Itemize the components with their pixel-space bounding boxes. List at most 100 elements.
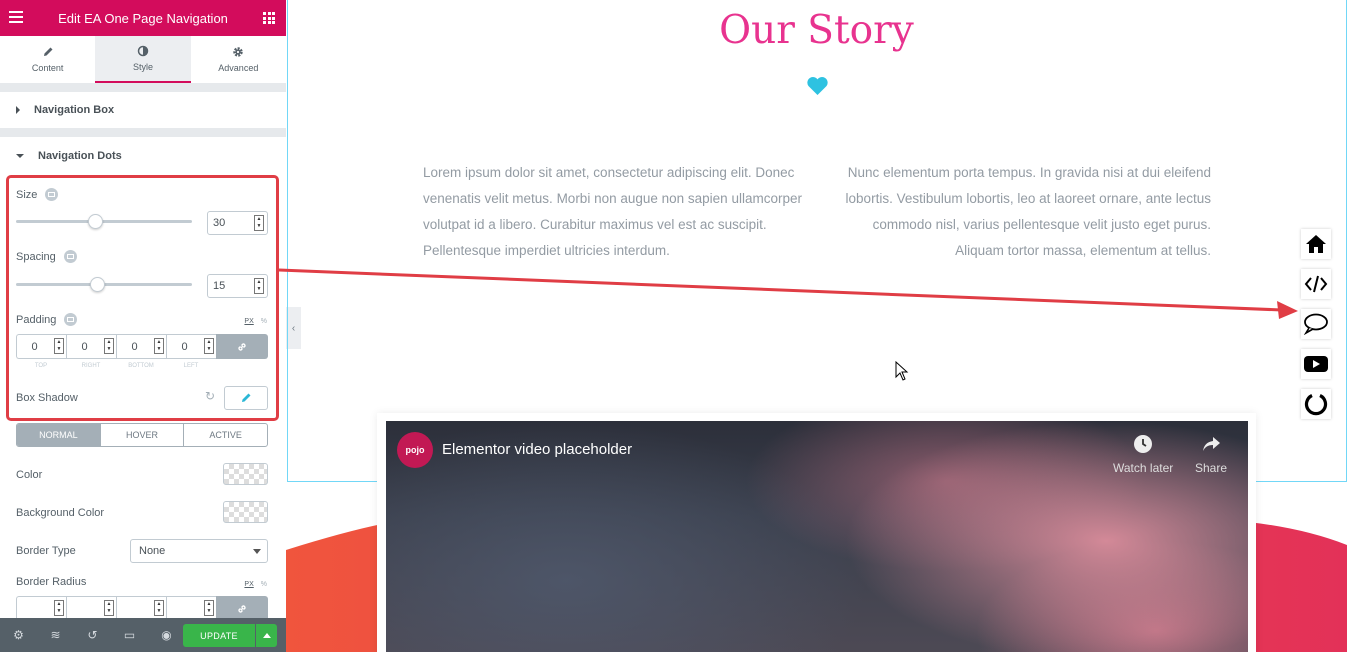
- border-type-select[interactable]: None: [130, 539, 268, 563]
- navigation-dots-controls: Size 30 ▲ ▼ Spacing 15 ▲ ▼ Padding PX % …: [0, 174, 286, 652]
- reset-icon[interactable]: ↻: [205, 389, 215, 403]
- tab-advanced[interactable]: Advanced: [191, 36, 286, 83]
- tab-style-label: Style: [132, 62, 153, 72]
- page-title: Our Story: [719, 8, 914, 53]
- navigator-layers-icon[interactable]: ≋: [37, 618, 74, 652]
- section-navigation-dots[interactable]: Navigation Dots: [0, 137, 286, 174]
- watch-later-button[interactable]: Watch later: [1113, 433, 1173, 475]
- size-slider[interactable]: [16, 214, 192, 229]
- responsive-desktop-icon[interactable]: [63, 250, 77, 263]
- box-shadow-label: Box Shadow: [16, 392, 78, 404]
- radius-top-spinner[interactable]: ▲ ▼: [54, 600, 64, 616]
- nav-dot-code[interactable]: [1301, 269, 1331, 299]
- size-input[interactable]: 30 ▲ ▼: [207, 211, 268, 235]
- label-top: TOP: [34, 363, 48, 369]
- box-shadow-label-row: Box Shadow: [16, 392, 78, 404]
- code-icon: [1304, 275, 1328, 293]
- editor-panel: Edit EA One Page Navigation Content Styl…: [0, 0, 286, 652]
- hamburger-menu-icon[interactable]: [9, 11, 23, 23]
- update-options-button[interactable]: [256, 624, 277, 647]
- box-shadow-edit-button[interactable]: [224, 386, 268, 410]
- size-value: 30: [213, 217, 226, 229]
- tab-normal[interactable]: NORMAL: [17, 424, 101, 446]
- size-spinner[interactable]: ▲ ▼: [254, 215, 264, 231]
- padding-right-spinner[interactable]: ▲ ▼: [104, 338, 114, 354]
- comment-icon: [1303, 313, 1328, 335]
- padding-left-spinner[interactable]: ▲ ▼: [204, 338, 214, 354]
- nav-dot-youtube[interactable]: [1301, 349, 1331, 379]
- color-label-row: Color: [16, 469, 42, 481]
- tab-content[interactable]: Content: [0, 36, 95, 83]
- update-button[interactable]: UPDATE: [183, 624, 255, 647]
- size-label: Size: [16, 188, 38, 201]
- padding-bottom-input[interactable]: 0 ▲ ▼: [116, 334, 166, 359]
- padding-bottom-spinner[interactable]: ▲ ▼: [154, 338, 164, 354]
- nav-dot-circle[interactable]: [1301, 389, 1331, 419]
- tab-advanced-label: Advanced: [218, 63, 259, 73]
- border-radius-label-row: Border Radius: [16, 576, 86, 588]
- unit-px[interactable]: PX: [244, 581, 253, 588]
- radius-bottom-spinner[interactable]: ▲ ▼: [154, 600, 164, 616]
- link-icon: [238, 342, 246, 351]
- widgets-grid-icon[interactable]: [263, 12, 275, 24]
- panel-title: Edit EA One Page Navigation: [58, 10, 228, 26]
- unit-px[interactable]: PX: [244, 318, 253, 325]
- unit-percent[interactable]: %: [261, 581, 267, 588]
- pencil-icon: [43, 47, 53, 56]
- spacing-label-row: Spacing: [16, 250, 77, 263]
- gear-icon: [233, 47, 244, 57]
- padding-dimensions: 0 ▲ ▼ 0 ▲ ▼ 0 ▲ ▼ 0 ▲ ▼: [16, 334, 268, 359]
- link-values-button[interactable]: [216, 334, 268, 359]
- size-label-row: Size: [16, 188, 59, 201]
- background-color-picker[interactable]: [223, 501, 268, 523]
- responsive-desktop-icon[interactable]: [45, 188, 59, 201]
- video-title[interactable]: Elementor video placeholder: [442, 441, 632, 458]
- color-picker[interactable]: [223, 463, 268, 485]
- spacing-input[interactable]: 15 ▲ ▼: [207, 274, 268, 298]
- nav-dot-comment[interactable]: [1301, 309, 1331, 339]
- responsive-desktop-icon[interactable]: [64, 313, 78, 326]
- clock-icon: [1134, 435, 1153, 453]
- responsive-mode-icon[interactable]: ▭: [111, 618, 148, 652]
- preview-eye-icon[interactable]: ◉: [148, 618, 185, 652]
- border-type-label-row: Border Type: [16, 545, 76, 557]
- tab-hover[interactable]: HOVER: [101, 424, 185, 446]
- section-navigation-box[interactable]: Navigation Box: [0, 92, 286, 129]
- bg-color-label: Background Color: [16, 507, 105, 519]
- tab-active[interactable]: ACTIVE: [184, 424, 267, 446]
- story-paragraph-right: Nunc elementum porta tempus. In gravida …: [845, 165, 1211, 258]
- radius-left-spinner[interactable]: ▲ ▼: [204, 600, 214, 616]
- padding-top-value: 0: [31, 340, 38, 353]
- spacing-spinner[interactable]: ▲ ▼: [254, 278, 264, 294]
- history-icon[interactable]: ↺: [74, 618, 111, 652]
- contrast-icon: [137, 45, 149, 57]
- padding-right-input[interactable]: 0 ▲ ▼: [66, 334, 116, 359]
- padding-left-input[interactable]: 0 ▲ ▼: [166, 334, 216, 359]
- unit-percent[interactable]: %: [261, 318, 267, 325]
- channel-logo[interactable]: pojo: [397, 432, 433, 468]
- radius-right-spinner[interactable]: ▲ ▼: [104, 600, 114, 616]
- border-radius-label: Border Radius: [16, 576, 87, 588]
- tab-style[interactable]: Style: [95, 36, 191, 83]
- padding-right-value: 0: [81, 340, 88, 353]
- size-slider-handle[interactable]: [88, 214, 104, 229]
- padding-dimension-labels: TOP RIGHT BOTTOM LEFT: [16, 363, 218, 369]
- settings-gear-icon[interactable]: ⚙: [0, 618, 37, 652]
- section-navigation-dots-label: Navigation Dots: [38, 149, 122, 162]
- caret-up-icon: [262, 633, 271, 638]
- label-right: RIGHT: [81, 363, 101, 369]
- spacing-slider[interactable]: [16, 277, 192, 292]
- padding-top-spinner[interactable]: ▲ ▼: [54, 338, 64, 354]
- link-icon: [238, 604, 246, 613]
- nav-dot-home[interactable]: [1301, 229, 1331, 259]
- caret-down-icon: [16, 153, 24, 158]
- tab-content-label: Content: [31, 63, 64, 73]
- bg-color-label-row: Background Color: [16, 507, 104, 519]
- padding-top-input[interactable]: 0 ▲ ▼: [16, 334, 66, 359]
- panel-tabs: Content Style Advanced: [0, 36, 286, 84]
- page-preview: Our Story Lorem ipsum dolor sit amet, co…: [286, 0, 1347, 652]
- spacing-slider-handle[interactable]: [89, 277, 105, 292]
- video-player[interactable]: pojo Elementor video placeholder Watch l…: [386, 421, 1248, 652]
- padding-label: Padding: [16, 313, 57, 326]
- share-button[interactable]: Share: [1195, 433, 1227, 475]
